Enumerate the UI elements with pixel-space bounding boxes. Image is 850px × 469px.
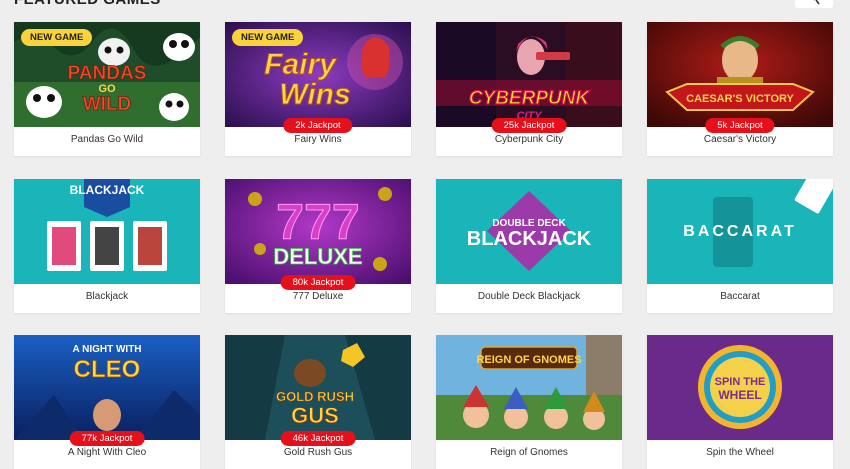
- art-title-line: DELUXE: [273, 244, 362, 269]
- new-game-badge: NEW GAME: [232, 29, 304, 46]
- game-thumbnail[interactable]: GOLD RUSH GUS: [225, 335, 411, 440]
- game-card-cyberpunk-city[interactable]: CYBERPUNK CITY 25k Jackpot Cyberpunk Cit…: [436, 22, 622, 156]
- game-title[interactable]: Blackjack: [14, 291, 200, 302]
- game-card-double-deck-blackjack[interactable]: DOUBLE DECK BLACKJACK Double Deck Blackj…: [436, 179, 622, 313]
- art-title-line: BACCARAT: [683, 223, 796, 240]
- game-card-777-deluxe[interactable]: 777 DELUXE 80k Jackpot 777 Deluxe: [225, 179, 411, 313]
- game-thumbnail[interactable]: CAESAR'S VICTORY: [647, 22, 833, 127]
- game-thumbnail[interactable]: SPIN THE WHEEL: [647, 335, 833, 440]
- art-title-line: Fairy: [264, 48, 337, 81]
- art-title-line: CYBERPUNK: [469, 88, 591, 109]
- game-title[interactable]: Spin the Wheel: [647, 447, 833, 458]
- game-thumbnail[interactable]: BLACKJACK: [14, 179, 200, 284]
- search-icon: [812, 0, 820, 5]
- game-title[interactable]: Reign of Gnomes: [436, 447, 622, 458]
- game-title[interactable]: Gold Rush Gus: [225, 447, 411, 458]
- jackpot-badge: 46k Jackpot: [280, 431, 356, 446]
- game-thumbnail[interactable]: DOUBLE DECK BLACKJACK: [436, 179, 622, 284]
- game-card-reign-of-gnomes[interactable]: REIGN OF GNOMES Reign of Gnomes: [436, 335, 622, 469]
- game-title[interactable]: Cyberpunk City: [436, 134, 622, 145]
- art-title-line: CAESAR'S VICTORY: [686, 93, 794, 105]
- game-thumbnail[interactable]: REIGN OF GNOMES: [436, 335, 622, 440]
- game-title[interactable]: Pandas Go Wild: [14, 134, 200, 145]
- jackpot-badge: 5k Jackpot: [705, 118, 775, 133]
- art-title-line: GOLD RUSH: [276, 389, 354, 404]
- art-title-line: 777: [276, 194, 359, 250]
- art-title-line: WHEEL: [718, 388, 761, 402]
- game-card-fairy-wins[interactable]: Fairy Wins NEW GAME 2k Jackpot Fairy Win…: [225, 22, 411, 156]
- game-title[interactable]: Caesar's Victory: [647, 134, 833, 145]
- art-title-line: CLEO: [74, 356, 141, 383]
- art-title-line: A NIGHT WITH: [72, 344, 141, 355]
- game-title[interactable]: A Night With Cleo: [14, 447, 200, 458]
- game-thumbnail[interactable]: A NIGHT WITH CLEO: [14, 335, 200, 440]
- art-title-line: PANDAS: [68, 63, 147, 84]
- new-game-badge: NEW GAME: [21, 29, 93, 46]
- art-title-line: GUS: [291, 403, 339, 428]
- game-card-pandas-go-wild[interactable]: PANDAS GO WILD NEW GAME Pandas Go Wild: [14, 22, 200, 156]
- jackpot-badge: 25k Jackpot: [491, 118, 567, 133]
- game-title[interactable]: 777 Deluxe: [225, 291, 411, 302]
- art-title-line: SPIN THE: [715, 376, 766, 388]
- game-card-blackjack[interactable]: BLACKJACK Blackjack: [14, 179, 200, 313]
- art-title-line: Wins: [279, 78, 350, 111]
- search-button[interactable]: [795, 0, 833, 8]
- game-card-caesars-victory[interactable]: CAESAR'S VICTORY 5k Jackpot Caesar's Vic…: [647, 22, 833, 156]
- game-thumbnail[interactable]: 777 DELUXE: [225, 179, 411, 284]
- game-thumbnail[interactable]: BACCARAT: [647, 179, 833, 284]
- game-card-gold-rush-gus[interactable]: GOLD RUSH GUS 46k Jackpot Gold Rush Gus: [225, 335, 411, 469]
- jackpot-badge: 80k Jackpot: [280, 275, 356, 290]
- section-title: FEATURED GAMES: [14, 0, 161, 8]
- art-title-line: BLACKJACK: [467, 228, 592, 250]
- art-title-line: WILD: [83, 94, 132, 115]
- art-title-line: BLACKJACK: [70, 183, 145, 197]
- game-card-spin-the-wheel[interactable]: SPIN THE WHEEL Spin the Wheel: [647, 335, 833, 469]
- game-title[interactable]: Double Deck Blackjack: [436, 291, 622, 302]
- game-title[interactable]: Fairy Wins: [225, 134, 411, 145]
- game-card-baccarat[interactable]: BACCARAT Baccarat: [647, 179, 833, 313]
- game-title[interactable]: Baccarat: [647, 291, 833, 302]
- jackpot-badge: 77k Jackpot: [69, 431, 145, 446]
- art-title-line: REIGN OF GNOMES: [476, 354, 581, 366]
- game-thumbnail[interactable]: CYBERPUNK CITY: [436, 22, 622, 127]
- jackpot-badge: 2k Jackpot: [283, 118, 353, 133]
- game-card-a-night-with-cleo[interactable]: A NIGHT WITH CLEO 77k Jackpot A Night Wi…: [14, 335, 200, 469]
